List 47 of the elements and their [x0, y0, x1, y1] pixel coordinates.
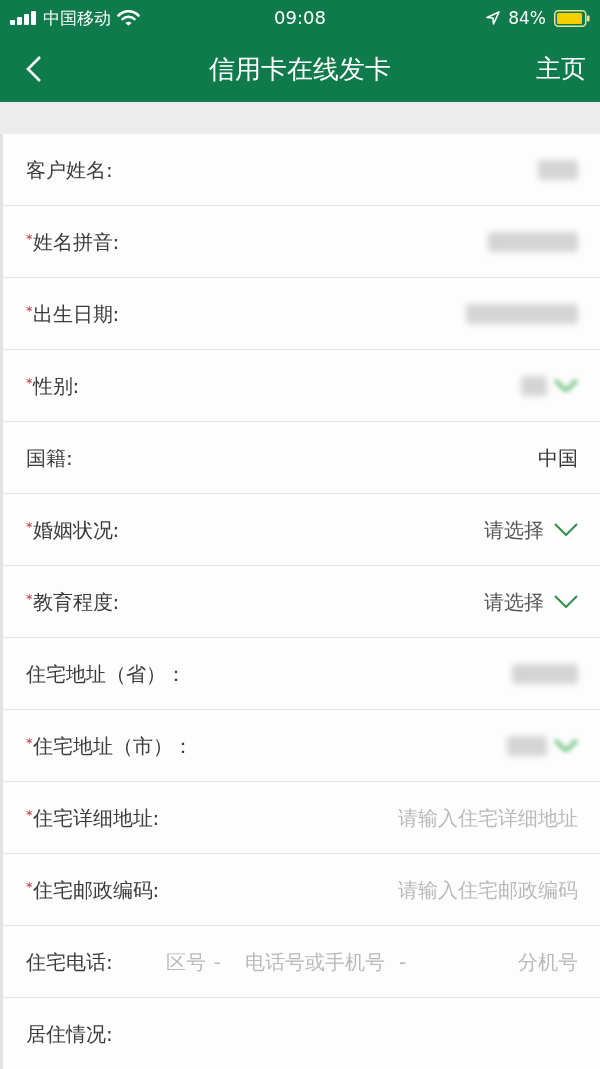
wifi-icon — [117, 10, 140, 26]
field-label: 教育程度: — [32, 588, 120, 615]
location-arrow-icon — [486, 11, 501, 25]
required-asterisk: * — [26, 807, 33, 821]
field-label: 客户姓名: — [26, 156, 113, 183]
select-dropdown[interactable]: 请选择 — [484, 516, 578, 543]
chevron-down-icon — [554, 523, 578, 536]
carrier-name: 中国移动 — [43, 7, 111, 29]
required-asterisk: * — [26, 375, 33, 389]
field-value: 中国 — [538, 444, 578, 471]
field-label: 出生日期: — [32, 300, 120, 327]
required-asterisk: * — [26, 519, 33, 533]
blurred-value — [512, 663, 578, 684]
field-label: 居住情况: — [26, 1020, 113, 1047]
phone-input-field[interactable]: 分机号 — [406, 948, 578, 975]
battery-percent: 84% — [508, 7, 546, 29]
field-label: 住宅邮政编码: — [32, 876, 160, 903]
required-asterisk: * — [26, 879, 33, 893]
field-label: 性别: — [32, 372, 80, 399]
required-asterisk: * — [26, 591, 33, 605]
blurred-value — [521, 375, 547, 396]
phone-input-field[interactable]: 区号 — [165, 948, 210, 975]
chevron-left-icon — [26, 56, 42, 82]
required-asterisk: * — [26, 231, 33, 245]
signal-bars-icon — [10, 11, 37, 25]
input-field[interactable]: 请输入住宅邮政编码 — [318, 876, 578, 903]
phone-input-field[interactable]: 电话号或手机号 — [244, 948, 395, 975]
separator-dash: - — [213, 948, 221, 975]
page-title: 信用卡在线发卡 — [209, 53, 391, 85]
separator-dash: - — [398, 948, 407, 975]
battery-icon — [554, 9, 590, 27]
field-label: 婚姻状况: — [32, 516, 120, 543]
status-time: 09:08 — [274, 7, 326, 29]
blurred-value — [538, 159, 578, 180]
blurred-value — [507, 735, 547, 756]
field-label: 住宅地址（省）： — [26, 660, 186, 687]
required-asterisk: * — [26, 735, 33, 749]
home-button[interactable]: 主页 — [536, 53, 586, 85]
field-label: 住宅地址（市）： — [32, 732, 193, 759]
field-label: 住宅详细地址: — [32, 804, 160, 831]
chevron-down-icon — [554, 595, 578, 608]
required-asterisk: * — [26, 303, 33, 317]
select-dropdown[interactable]: 请选择 — [484, 588, 578, 615]
field-label: 住宅电话: — [26, 948, 113, 975]
field-label: 姓名拼音: — [32, 228, 120, 255]
field-label: 国籍: — [26, 444, 73, 471]
input-field[interactable]: 请输入住宅详细地址 — [318, 804, 578, 831]
